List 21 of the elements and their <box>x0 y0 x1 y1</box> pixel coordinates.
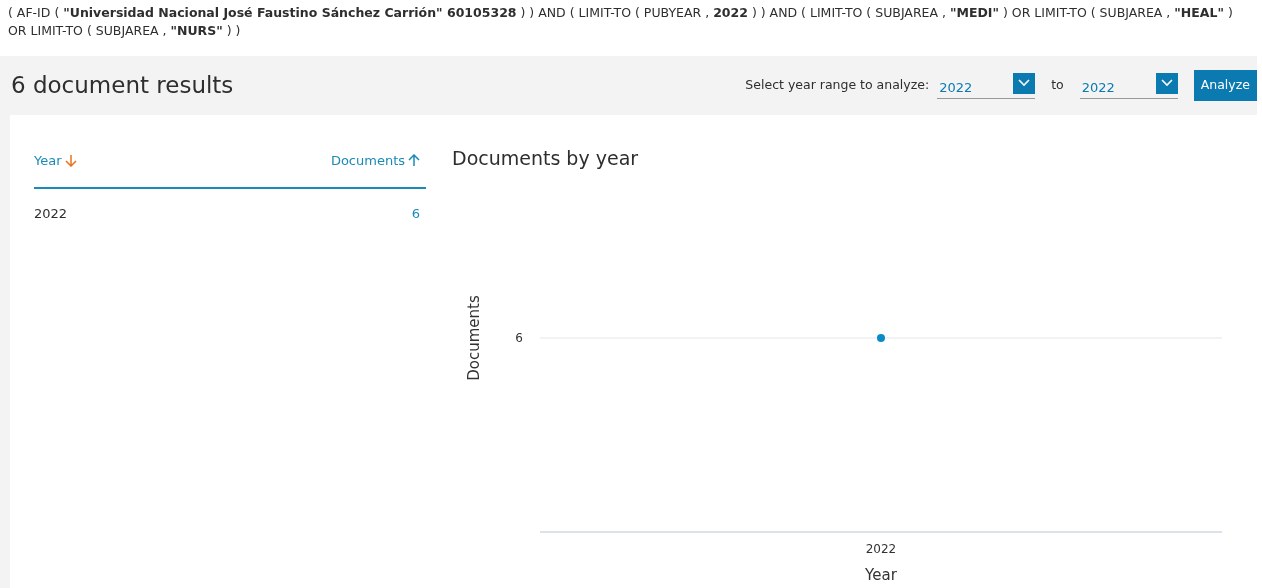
analyze-button[interactable]: Analyze <box>1193 70 1257 101</box>
column-header[interactable]: Year <box>34 151 77 171</box>
chevron-down-icon <box>1155 72 1178 94</box>
data-point[interactable] <box>877 333 885 342</box>
chart-title: Documents by year <box>452 147 640 170</box>
axis-title: Year <box>865 565 897 584</box>
search-query: ( AF-ID ( "Universidad Nacional José Faustino Sánchez Carrión" 60105328 ) ) AND ( LIMIT-TO ( PUBYEAR , 2022 ) ) AND ( LIMIT-TO ( SUBJAREA , "MEDI" ) OR LIMIT-TO ( SUBJAREA , "HEAL" ) OR LIMIT-TO ( SUBJAREA , "NURS" ) ) <box>7 4 1234 40</box>
year-select[interactable]: 2022 <box>937 72 1036 99</box>
table-cell-text: 2022 <box>34 204 68 223</box>
range-separator: to <box>1051 76 1064 95</box>
tick-label: 6 <box>515 330 523 345</box>
column-header[interactable]: Documents <box>330 151 420 171</box>
results-title: 6 document results <box>11 71 234 100</box>
down-arrow-icon <box>64 154 77 168</box>
year-select[interactable]: 2022 <box>1079 72 1178 99</box>
chevron-down-icon <box>1013 72 1036 94</box>
up-arrow-icon <box>408 154 420 168</box>
table-cell[interactable]: 6 <box>411 203 420 223</box>
tick-label: 2022 <box>865 541 897 556</box>
axis-title: Documents <box>465 295 483 381</box>
range-label: Select year range to analyze: <box>745 76 930 95</box>
